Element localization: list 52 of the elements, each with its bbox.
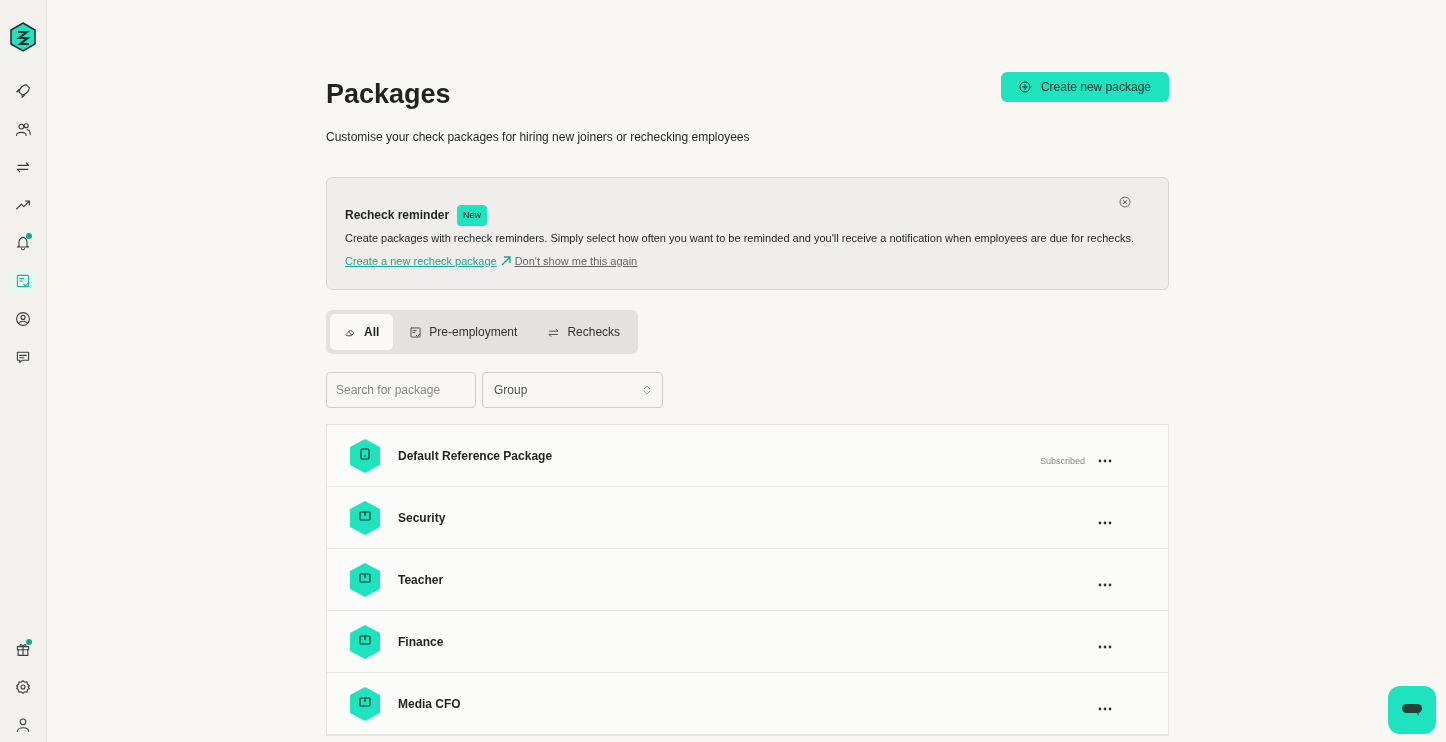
repeat-icon [15, 159, 31, 175]
bell-icon [15, 235, 31, 251]
settings-icon [15, 679, 31, 695]
package-row[interactable]: Security [327, 487, 1168, 549]
banner-title: Recheck reminder [345, 207, 450, 225]
filter-tab[interactable]: All [330, 314, 394, 350]
more-icon [1098, 458, 1112, 463]
page-title: Packages [326, 78, 451, 111]
banner-text: Create packages with recheck reminders. Simply select how often you want to be reminded and you'll receive a notification when employees are due for rechecks. [345, 231, 1135, 246]
status-label: Subscribed [1039, 454, 1085, 468]
more-icon [1098, 644, 1112, 649]
package-hexagon-icon [350, 562, 380, 597]
arrow-icon [499, 254, 512, 267]
logo-icon[interactable] [9, 22, 37, 52]
filter-tab[interactable]: Pre-employment [395, 314, 532, 350]
chat-button[interactable] [1388, 686, 1436, 734]
close-icon[interactable] [1119, 195, 1131, 208]
more-icon [1098, 706, 1112, 711]
package-row[interactable]: Media CFO [327, 673, 1168, 735]
user-icon [15, 717, 31, 733]
package-name: Default Reference Package [398, 447, 553, 465]
search-field[interactable]: Search for package [326, 372, 476, 408]
package-name: Media CFO [398, 695, 461, 713]
chevron-icon [643, 385, 651, 395]
rocket-icon [15, 83, 31, 99]
trend-icon [15, 197, 31, 213]
package-name: Security [398, 509, 446, 527]
package-hexagon-icon [350, 438, 380, 473]
package-hexagon-icon [350, 624, 380, 659]
form-icon [15, 273, 31, 289]
users-icon [15, 121, 31, 137]
package-row[interactable]: Finance [327, 611, 1168, 673]
page-subtitle: Customise your check packages for hiring new joiners or rechecking employees [326, 128, 751, 146]
package-row[interactable]: Default Reference Package Subscribed [327, 425, 1168, 487]
create-package-button[interactable]: Create new package [1000, 72, 1169, 102]
more-icon [1098, 582, 1112, 587]
plus-circle-icon [1018, 81, 1031, 93]
chat-bubble-icon [1401, 702, 1423, 718]
filter-tab[interactable]: Rechecks [533, 314, 635, 350]
package-hexagon-icon [350, 500, 380, 535]
dismiss-link[interactable]: Don't show me this again [514, 252, 638, 269]
more-icon [1098, 520, 1112, 525]
package-hexagon-icon [350, 686, 380, 721]
form-icon [409, 325, 423, 339]
package-name: Finance [398, 633, 444, 651]
user-circle-icon [15, 311, 31, 327]
chat-icon [15, 349, 31, 365]
new-badge: New [457, 204, 488, 226]
package-row[interactable]: Teacher [327, 549, 1168, 611]
package-name: Teacher [398, 571, 444, 589]
group-select[interactable]: Group [482, 372, 663, 408]
gift-icon [15, 641, 31, 657]
